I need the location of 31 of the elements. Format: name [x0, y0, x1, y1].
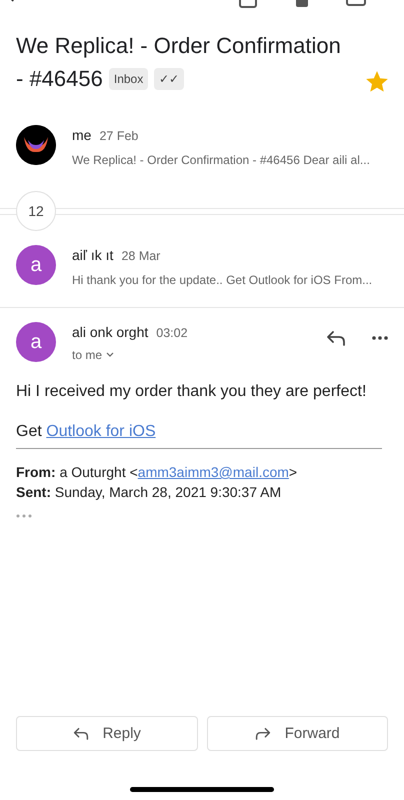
- outlook-line: Get Outlook for iOS: [15, 422, 157, 442]
- message-body: Hi I received my order thank you they are perfect!: [15, 382, 368, 402]
- message-date: 27 Feb: [99, 129, 138, 143]
- label-chip[interactable]: Inbox: [108, 68, 148, 90]
- email-link[interactable]: amm3aimm3@mail.com: [138, 464, 289, 480]
- sent-line: Sent: Sunday, March 28, 2021 9:30:37 AM: [16, 483, 282, 502]
- sender-name: me: [72, 127, 92, 143]
- forward-icon: [254, 727, 271, 740]
- message-snippet: Hi thank you for the update.. Get Outlook for iOS From...: [72, 273, 372, 287]
- star-icon[interactable]: [366, 71, 388, 93]
- sender-name: aiľ ık ıt: [72, 247, 114, 263]
- avatar: a: [16, 245, 56, 285]
- chevron-down-icon[interactable]: [106, 352, 114, 358]
- label-chip[interactable]: ✓✓: [154, 68, 184, 90]
- reply-icon: [72, 727, 89, 740]
- message-date: 28 Mar: [121, 249, 160, 263]
- message-time: 03:02: [156, 326, 188, 340]
- from-line: From: a Outurght <amm3aimm3@mail.com>: [16, 463, 298, 482]
- recipient-label: to me: [72, 348, 102, 362]
- more-icon[interactable]: [372, 336, 388, 340]
- email-subject: - #46456: [16, 65, 103, 93]
- reply-button[interactable]: Reply: [16, 716, 198, 751]
- avatar-logo: [16, 125, 56, 165]
- email-subject: We Replica! - Order Confirmation: [16, 32, 342, 60]
- outlook-link[interactable]: Outlook for iOS: [46, 423, 156, 440]
- forward-button[interactable]: Forward: [206, 716, 388, 751]
- sender-name: ali onk orght: [72, 324, 148, 340]
- collapsed-count[interactable]: 12: [16, 191, 56, 231]
- avatar: a: [16, 322, 56, 362]
- message-snippet: We Replica! - Order Confirmation - #46456 Dear aili al...: [72, 153, 370, 167]
- reply-icon: [326, 330, 346, 346]
